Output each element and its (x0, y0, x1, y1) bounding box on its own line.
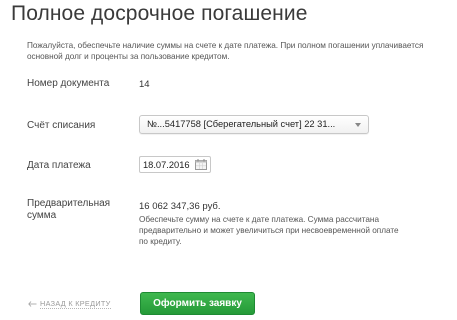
debit-account-selected-value: №...5417758 [Сберегательный счет] 22 31.… (147, 119, 336, 129)
payment-date-input[interactable] (143, 158, 193, 171)
back-link-label: НАЗАД К КРЕДИТУ (40, 299, 111, 309)
preliminary-amount-label: Предварительная (27, 198, 111, 209)
submit-application-button[interactable]: Оформить заявку (140, 292, 255, 315)
debit-account-select[interactable]: №...5417758 [Сберегательный счет] 22 31.… (139, 115, 369, 134)
chevron-down-icon (355, 123, 361, 127)
preliminary-amount-note: Обеспечьте сумму на счете к дате платежа… (139, 215, 399, 246)
page-title: Полное досрочное погашение (11, 2, 308, 25)
back-arrow-icon (28, 301, 37, 307)
payment-notice: Пожалуйста, обеспечьте наличие суммы на … (27, 41, 424, 61)
payment-date-label: Дата платежа (27, 160, 91, 171)
document-number-value: 14 (139, 79, 150, 90)
debit-account-label: Счёт списания (27, 120, 96, 131)
back-to-credit-link[interactable]: НАЗАД К КРЕДИТУ (28, 299, 111, 309)
calendar-icon[interactable] (195, 159, 207, 170)
preliminary-amount-label-line2: сумма (27, 210, 57, 221)
preliminary-amount-value: 16 062 347,36 руб. (139, 201, 221, 212)
payment-date-field (139, 156, 211, 173)
document-number-label: Номер документа (27, 78, 110, 89)
